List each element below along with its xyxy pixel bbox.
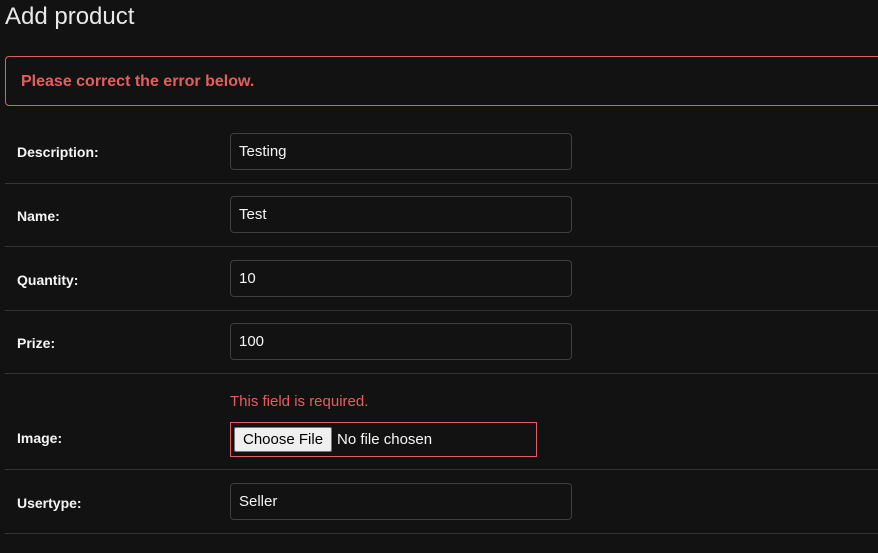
name-label: Name: (17, 208, 60, 224)
usertype-input[interactable] (230, 483, 572, 520)
form-row-name: Name: (5, 184, 878, 247)
form-row-quantity: Quantity: (5, 247, 878, 311)
prize-label: Prize: (17, 335, 56, 351)
error-note: Please correct the error below. (5, 56, 878, 106)
form-row-description: Description: (5, 120, 878, 184)
form-row-prize: Prize: (5, 311, 878, 374)
choose-file-button[interactable]: Choose File (234, 427, 333, 452)
page-title: Add product (5, 3, 135, 30)
image-file-input[interactable]: Choose File No file chosen (230, 422, 537, 457)
usertype-label: Usertype: (17, 495, 82, 511)
image-field-error: This field is required. (230, 393, 369, 410)
description-label: Description: (17, 144, 99, 160)
quantity-label: Quantity: (17, 272, 79, 288)
add-product-page: Add product Please correct the error bel… (0, 0, 878, 553)
quantity-input[interactable] (230, 260, 572, 297)
description-input[interactable] (230, 133, 572, 170)
file-status-text: No file chosen (337, 431, 433, 448)
image-label: Image: (17, 430, 63, 446)
prize-input[interactable] (230, 323, 572, 360)
form-row-image: This field is required. Image: Choose Fi… (5, 374, 878, 470)
name-input[interactable] (230, 196, 572, 233)
form-row-usertype: Usertype: (5, 470, 878, 534)
